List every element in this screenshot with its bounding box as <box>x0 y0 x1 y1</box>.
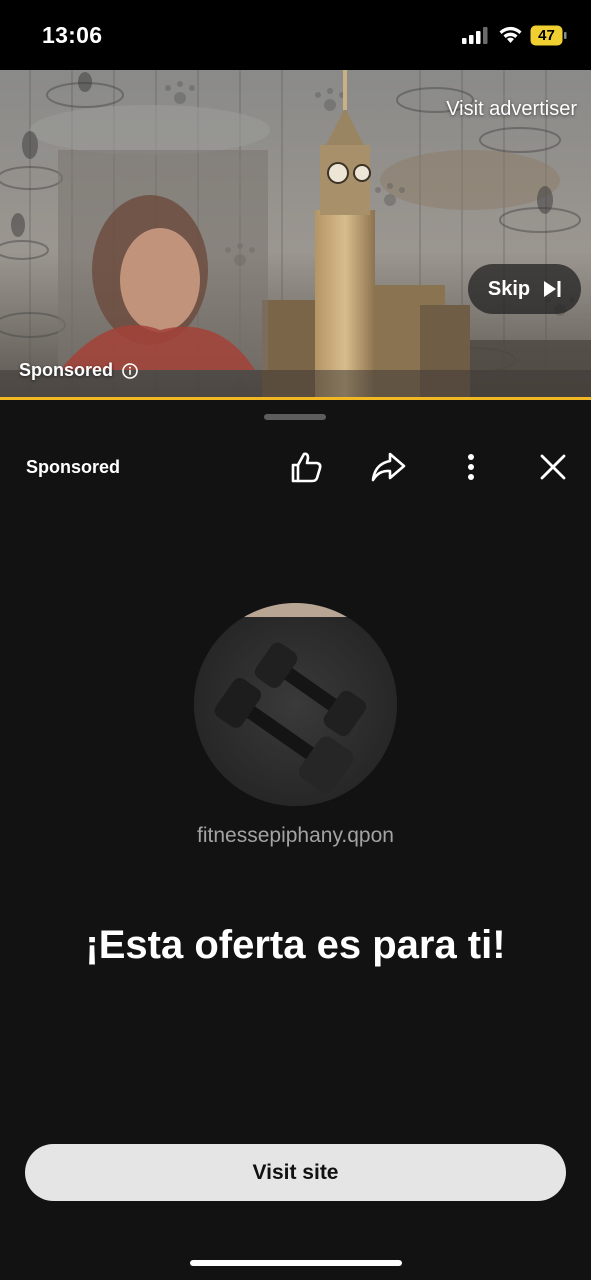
sponsored-label: Sponsored <box>26 457 121 477</box>
more-options-button[interactable] <box>452 448 490 486</box>
visit-advertiser-link[interactable]: Visit advertiser <box>446 98 577 121</box>
video-sponsored-label: Sponsored <box>19 360 114 380</box>
skip-button[interactable]: Skip <box>468 264 581 314</box>
share-icon <box>371 452 406 482</box>
thumbs-up-icon <box>291 452 322 483</box>
battery-icon: 47 <box>530 25 567 46</box>
info-icon <box>122 362 138 379</box>
battery-level: 47 <box>538 27 555 44</box>
close-icon <box>540 454 566 480</box>
ad-bottom-sheet: Sponsored fitnessepiphany.qpon ¡Esta ofe… <box>0 400 591 1280</box>
advertiser-domain: fitnessepiphany.qpon <box>197 824 394 847</box>
video-player[interactable]: Visit advertiser Skip Sponsored <box>0 70 591 400</box>
ad-headline: ¡Esta oferta es para ti! <box>85 923 506 967</box>
dumbbell-image <box>194 603 397 806</box>
share-button[interactable] <box>369 448 407 486</box>
more-vert-icon <box>468 454 474 480</box>
signal-icon <box>462 27 488 44</box>
wifi-icon <box>499 26 522 43</box>
like-button[interactable] <box>287 448 325 486</box>
status-bar: 13:06 47 <box>0 0 591 70</box>
close-button[interactable] <box>534 448 572 486</box>
drag-handle[interactable] <box>264 414 326 420</box>
skip-label: Skip <box>487 277 531 300</box>
skip-next-icon <box>544 281 561 297</box>
video-sponsored-badge[interactable]: Sponsored <box>19 360 138 381</box>
advertiser-avatar <box>194 603 397 806</box>
status-time: 13:06 <box>42 22 103 48</box>
visit-site-button[interactable]: Visit site <box>25 1144 566 1201</box>
home-indicator[interactable] <box>190 1260 402 1266</box>
